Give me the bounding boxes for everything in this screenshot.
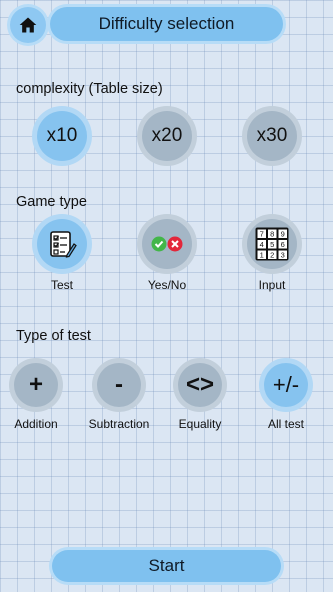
game-type-input-label: Input	[258, 278, 286, 292]
game-type-yes-no-label: Yes/No	[147, 278, 187, 292]
complexity-title: complexity (Table size)	[16, 81, 163, 97]
start-button[interactable]: Start	[52, 550, 281, 582]
subtraction-symbol: -	[115, 371, 123, 398]
test-type-subtraction-label: Subtraction	[88, 417, 150, 431]
test-type-all-button[interactable]: +/-	[264, 363, 308, 407]
home-button[interactable]	[10, 7, 46, 43]
game-type-yes-no-button[interactable]	[142, 219, 192, 269]
complexity-x30-button[interactable]: x30	[247, 111, 297, 161]
page-title-text: Difficulty selection	[98, 14, 235, 33]
start-button-label: Start	[148, 556, 185, 575]
test-checklist-icon	[50, 231, 77, 258]
complexity-x10-label: x10	[46, 125, 78, 146]
keypad-key-digit: 7	[260, 230, 264, 239]
page-title: Difficulty selection	[50, 7, 283, 41]
game-type-title: Game type	[16, 194, 87, 210]
equality-symbol: <>	[185, 371, 215, 398]
yes-no-icon	[151, 236, 183, 252]
test-type-title: Type of test	[16, 328, 91, 344]
game-type-test-label: Test	[50, 278, 73, 292]
keypad-key-digit: 5	[270, 240, 274, 249]
number-keypad-icon: 7 8 9 4 5 6 1 2 3	[255, 227, 289, 261]
keypad-key-digit: 3	[281, 251, 285, 260]
keypad-key-digit: 8	[270, 230, 274, 239]
complexity-x30-label: x30	[256, 125, 288, 146]
home-icon	[19, 17, 37, 33]
test-type-subtraction-button[interactable]: -	[97, 363, 141, 407]
keypad-key-digit: 2	[270, 251, 274, 260]
complexity-x10-button[interactable]: x10	[37, 111, 87, 161]
test-type-equality-label: Equality	[178, 417, 222, 431]
keypad-key-digit: 4	[260, 240, 264, 249]
complexity-x20-button[interactable]: x20	[142, 111, 192, 161]
keypad-key-digit: 1	[260, 251, 264, 260]
complexity-x20-label: x20	[151, 125, 183, 146]
game-type-input-button[interactable]: 789 456 123	[247, 219, 297, 269]
test-type-all-label: All test	[267, 417, 304, 431]
keypad-key-digit: 9	[281, 230, 285, 239]
all-test-symbol: +/-	[272, 372, 300, 397]
test-type-addition-label: Addition	[14, 417, 58, 431]
game-type-test-button[interactable]	[37, 219, 87, 269]
addition-symbol: +	[28, 371, 43, 398]
keypad-key-digit: 6	[281, 240, 285, 249]
test-type-addition-button[interactable]: +	[14, 363, 58, 407]
test-type-equality-button[interactable]: <>	[178, 363, 222, 407]
